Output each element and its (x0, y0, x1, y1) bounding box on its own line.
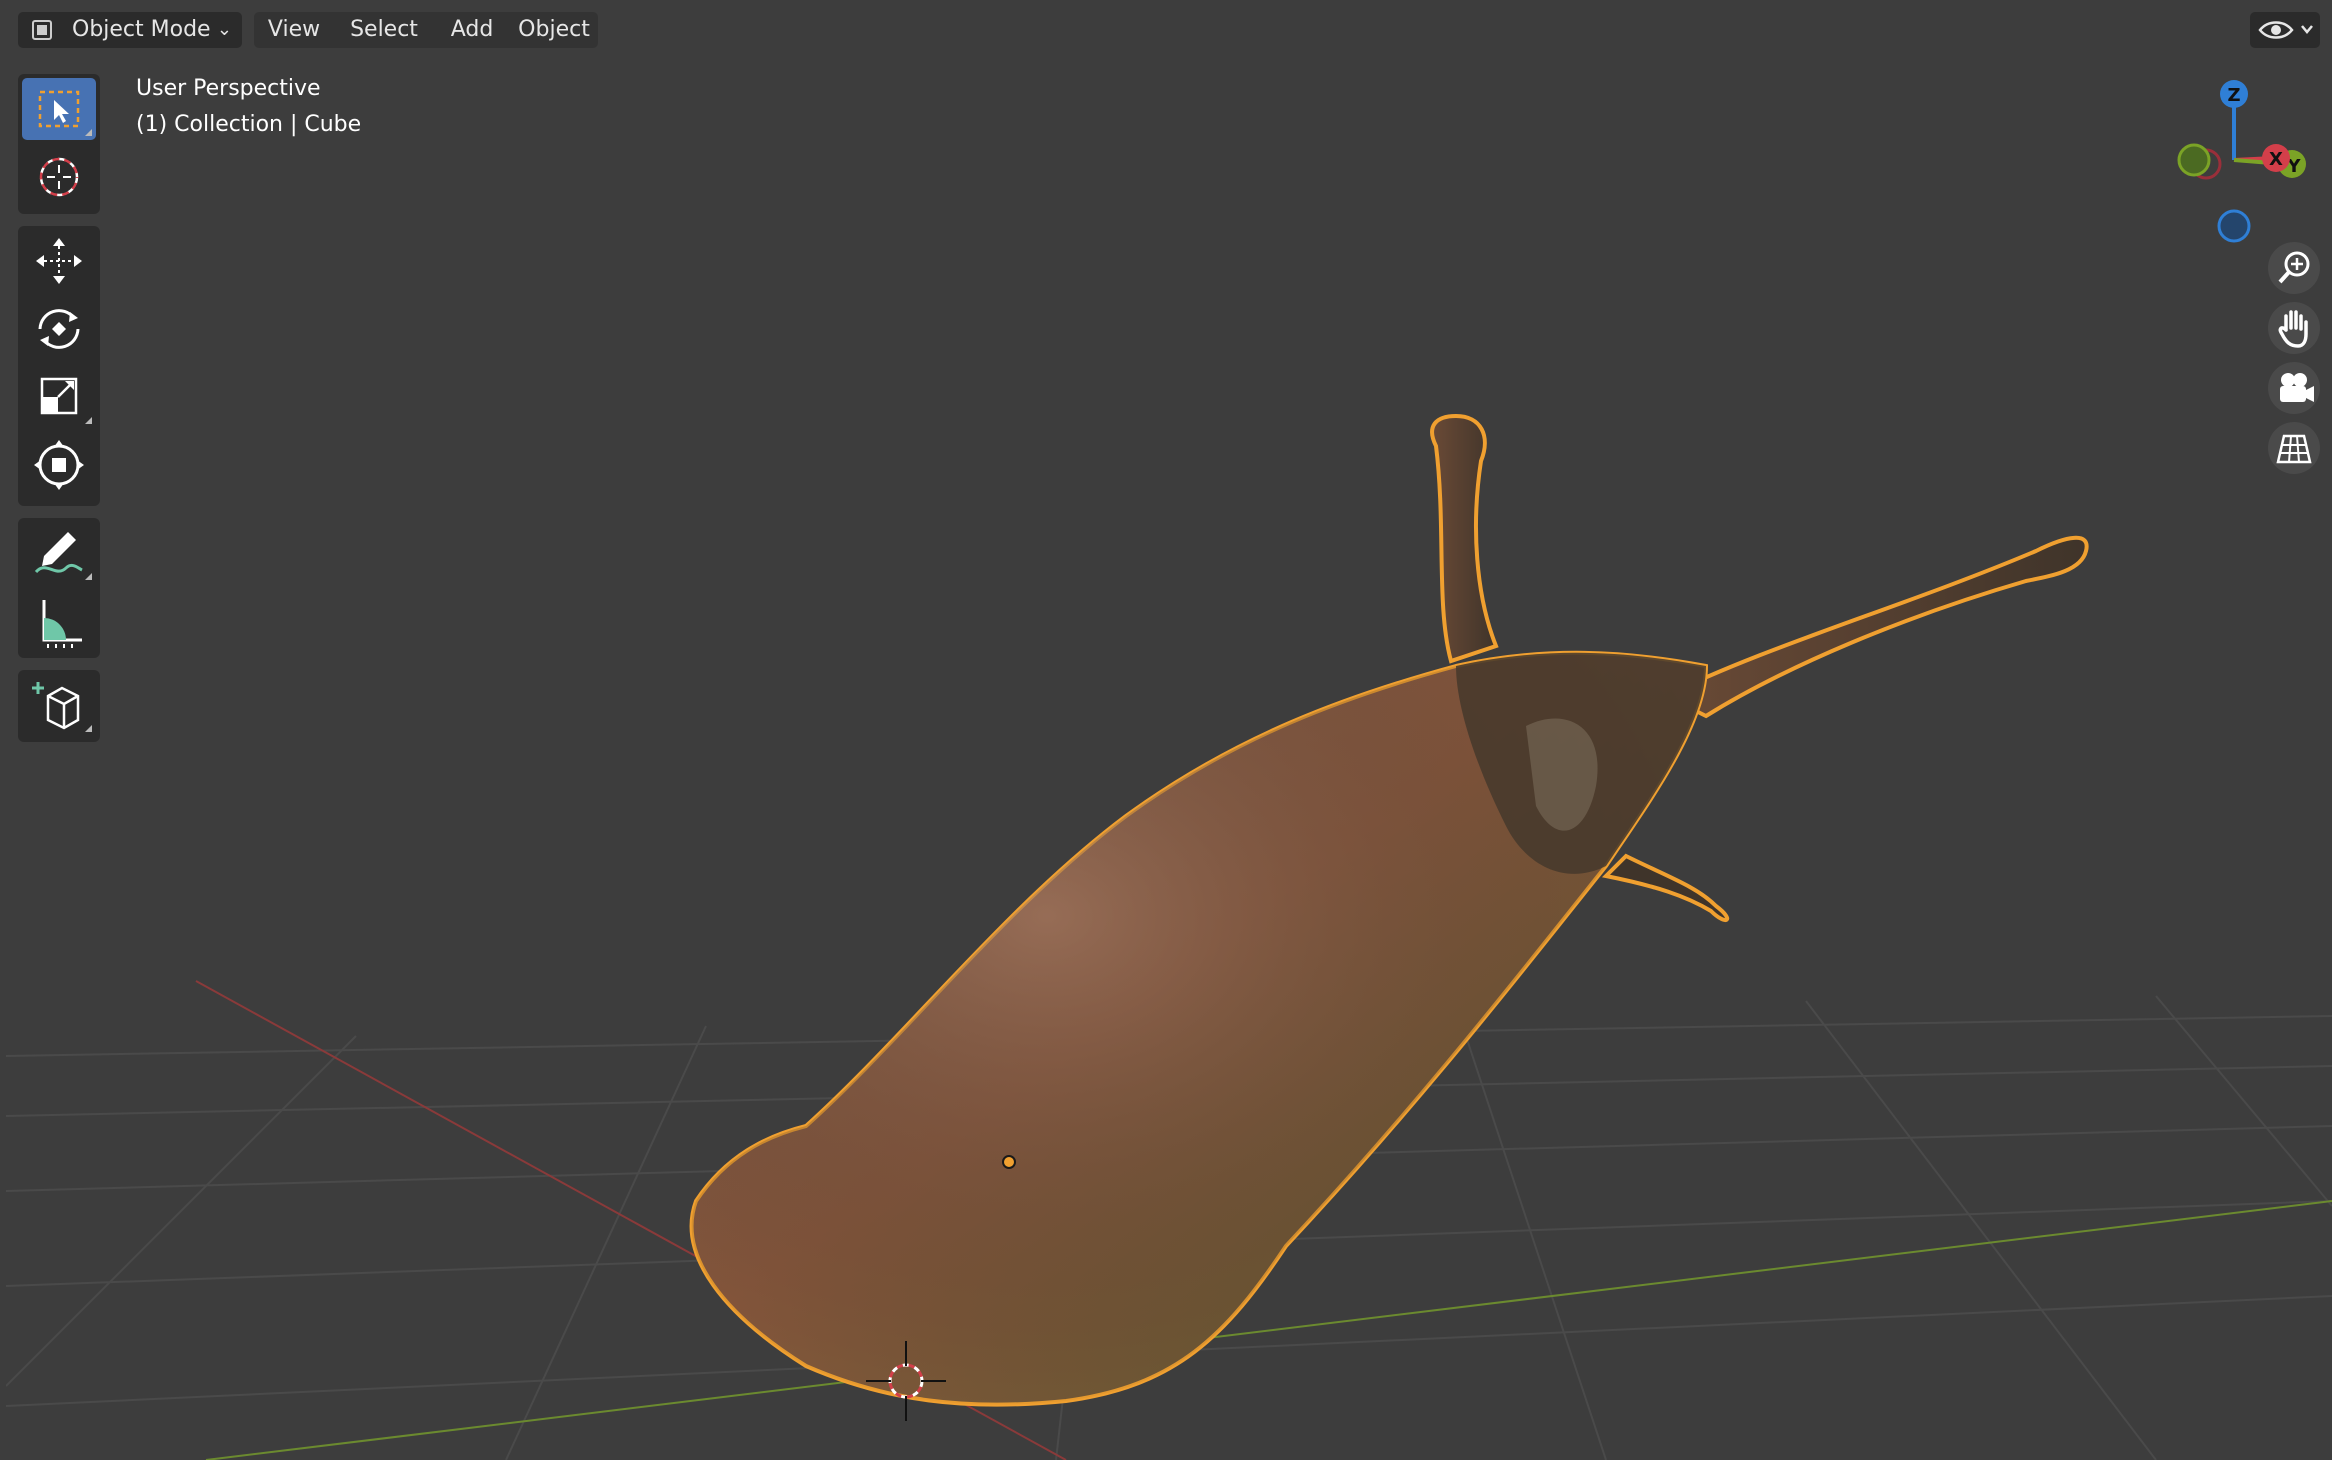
tool-rotate[interactable] (22, 298, 96, 360)
toolbar-group-add (18, 670, 100, 742)
perspective-toggle-button[interactable] (2268, 422, 2320, 474)
camera-icon (2280, 373, 2314, 402)
tool-annotate[interactable] (22, 522, 96, 584)
tool-select-box[interactable] (22, 78, 96, 140)
viewport-scene[interactable] (6, 6, 2332, 1460)
tool-cursor[interactable] (22, 146, 96, 208)
zoom-button[interactable] (2268, 242, 2320, 294)
rotate-icon (38, 309, 80, 349)
menu-object[interactable]: Object (510, 12, 598, 48)
transform-icon (34, 440, 84, 490)
mode-label: Object Mode (72, 17, 211, 42)
view-name-label: User Perspective (136, 76, 321, 101)
tool-scale[interactable] (22, 366, 96, 428)
mode-dropdown[interactable]: Object Mode ⌄ (18, 12, 242, 48)
menu-add[interactable]: Add (434, 12, 510, 48)
3d-viewport[interactable]: Object Mode ⌄ View Select Add Object Use… (6, 6, 2332, 1460)
measure-icon (42, 600, 82, 648)
object-mode-icon (32, 20, 52, 40)
move-icon (36, 238, 82, 284)
tool-move[interactable] (22, 230, 96, 292)
tool-measure[interactable] (22, 590, 96, 652)
collection-info-label: (1) Collection | Cube (136, 112, 362, 137)
zoom-icon (2278, 251, 2310, 284)
menu-select[interactable]: Select (334, 12, 434, 48)
pan-button[interactable] (2268, 302, 2320, 354)
visibility-dropdown[interactable] (2250, 12, 2320, 48)
tool-transform[interactable] (22, 434, 96, 496)
eye-icon (2258, 21, 2313, 39)
hand-icon (2278, 310, 2308, 348)
viewport-header: Object Mode ⌄ View Select Add Object (6, 6, 2332, 54)
camera-view-button[interactable] (2268, 362, 2320, 414)
header-menu-bar: View Select Add Object (254, 12, 598, 48)
grid-icon (2276, 434, 2312, 464)
navigation-gizmo[interactable]: Z Y X (2156, 66, 2326, 246)
tool-add-cube[interactable] (22, 674, 96, 736)
toolbar-group-annotate (18, 518, 100, 658)
cursor-icon (39, 157, 79, 197)
gizmo-z-label: Z (2227, 85, 2240, 106)
menu-view[interactable]: View (254, 12, 334, 48)
toolbar-group-select (18, 74, 100, 214)
chevron-down-icon: ⌄ (216, 19, 232, 40)
toolbar-group-transform (18, 226, 100, 506)
gizmo-x-label: X (2269, 149, 2283, 170)
